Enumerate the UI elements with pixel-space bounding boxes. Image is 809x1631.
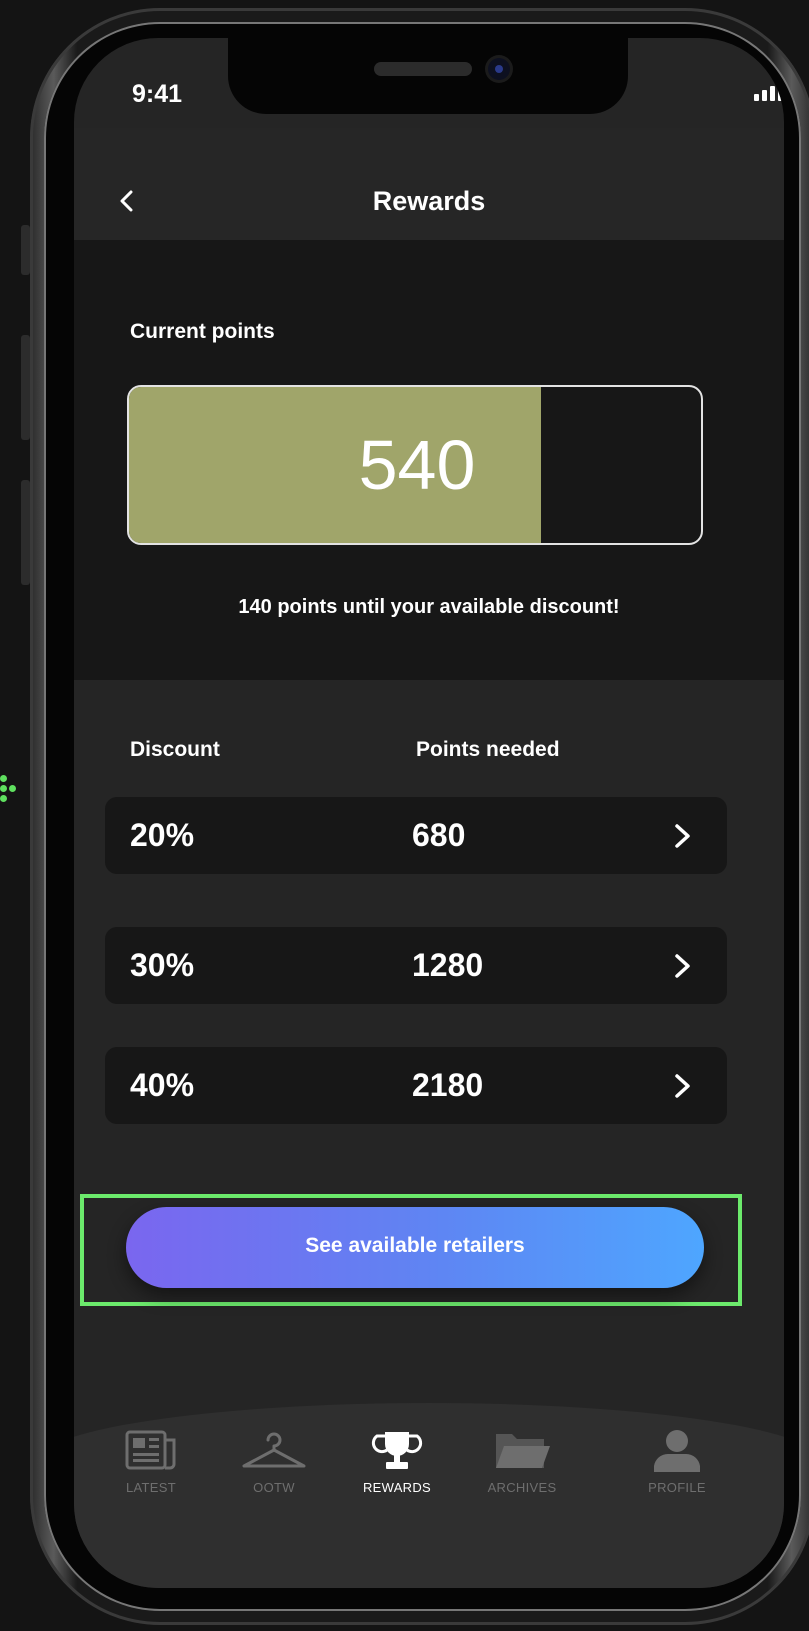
chevron-right-icon <box>675 824 690 848</box>
tab-label: REWARDS <box>362 1480 432 1495</box>
points-needed-column-header: Points needed <box>416 738 560 761</box>
nav-bar: Rewards <box>74 128 784 240</box>
folder-icon <box>496 1434 550 1468</box>
app-screen: 9:41 Rewards Current points 540 140 poin… <box>74 38 784 1588</box>
discount-points: 2180 <box>412 1067 484 1103</box>
discount-percent: 30% <box>130 947 195 983</box>
status-time: 9:41 <box>132 80 183 108</box>
tab-archives[interactable]: ARCHIVES <box>462 1428 582 1495</box>
volume-up-button <box>21 335 30 440</box>
trophy-icon <box>371 1432 423 1469</box>
chevron-right-icon <box>675 1074 690 1098</box>
tab-label: PROFILE <box>648 1480 706 1495</box>
tab-profile[interactable]: PROFILE <box>617 1428 737 1495</box>
discount-points: 680 <box>412 817 466 853</box>
side-dots <box>0 775 24 809</box>
discount-percent: 20% <box>130 817 195 853</box>
notch <box>228 38 628 114</box>
volume-down-button <box>21 480 30 585</box>
tab-rewards[interactable]: REWARDS <box>337 1428 457 1495</box>
page-title: Rewards <box>372 186 486 216</box>
discount-section: Discount Points needed 20% 680 30% 1280 … <box>74 680 784 1460</box>
points-until-discount-text: 140 points until your available discount… <box>238 596 620 618</box>
discount-points: 1280 <box>412 947 484 983</box>
see-retailers-button[interactable]: See available retailers <box>126 1207 704 1288</box>
tab-latest[interactable]: LATEST <box>91 1428 211 1495</box>
current-points-label: Current points <box>130 320 275 343</box>
discount-row[interactable]: 40% 2180 <box>105 1047 727 1124</box>
tab-ootw[interactable]: OOTW <box>214 1428 334 1495</box>
front-camera <box>488 58 510 80</box>
tab-label: LATEST <box>126 1480 176 1495</box>
tab-label: OOTW <box>253 1480 295 1495</box>
newspaper-icon <box>125 1430 176 1470</box>
discount-row[interactable]: 20% 680 <box>105 797 727 874</box>
points-value: 540 <box>358 426 476 504</box>
speaker <box>374 62 472 76</box>
points-section: Current points 540 140 points until your… <box>74 240 784 680</box>
see-retailers-label: See available retailers <box>305 1234 525 1257</box>
tab-label: ARCHIVES <box>487 1480 557 1495</box>
discount-row[interactable]: 30% 1280 <box>105 927 727 1004</box>
hanger-icon <box>242 1432 306 1468</box>
person-icon <box>654 1430 700 1472</box>
points-progress-bar: 540 <box>127 385 703 545</box>
mute-switch <box>21 225 30 275</box>
discount-column-header: Discount <box>130 738 220 761</box>
chevron-right-icon <box>675 954 690 978</box>
discount-percent: 40% <box>130 1067 195 1103</box>
